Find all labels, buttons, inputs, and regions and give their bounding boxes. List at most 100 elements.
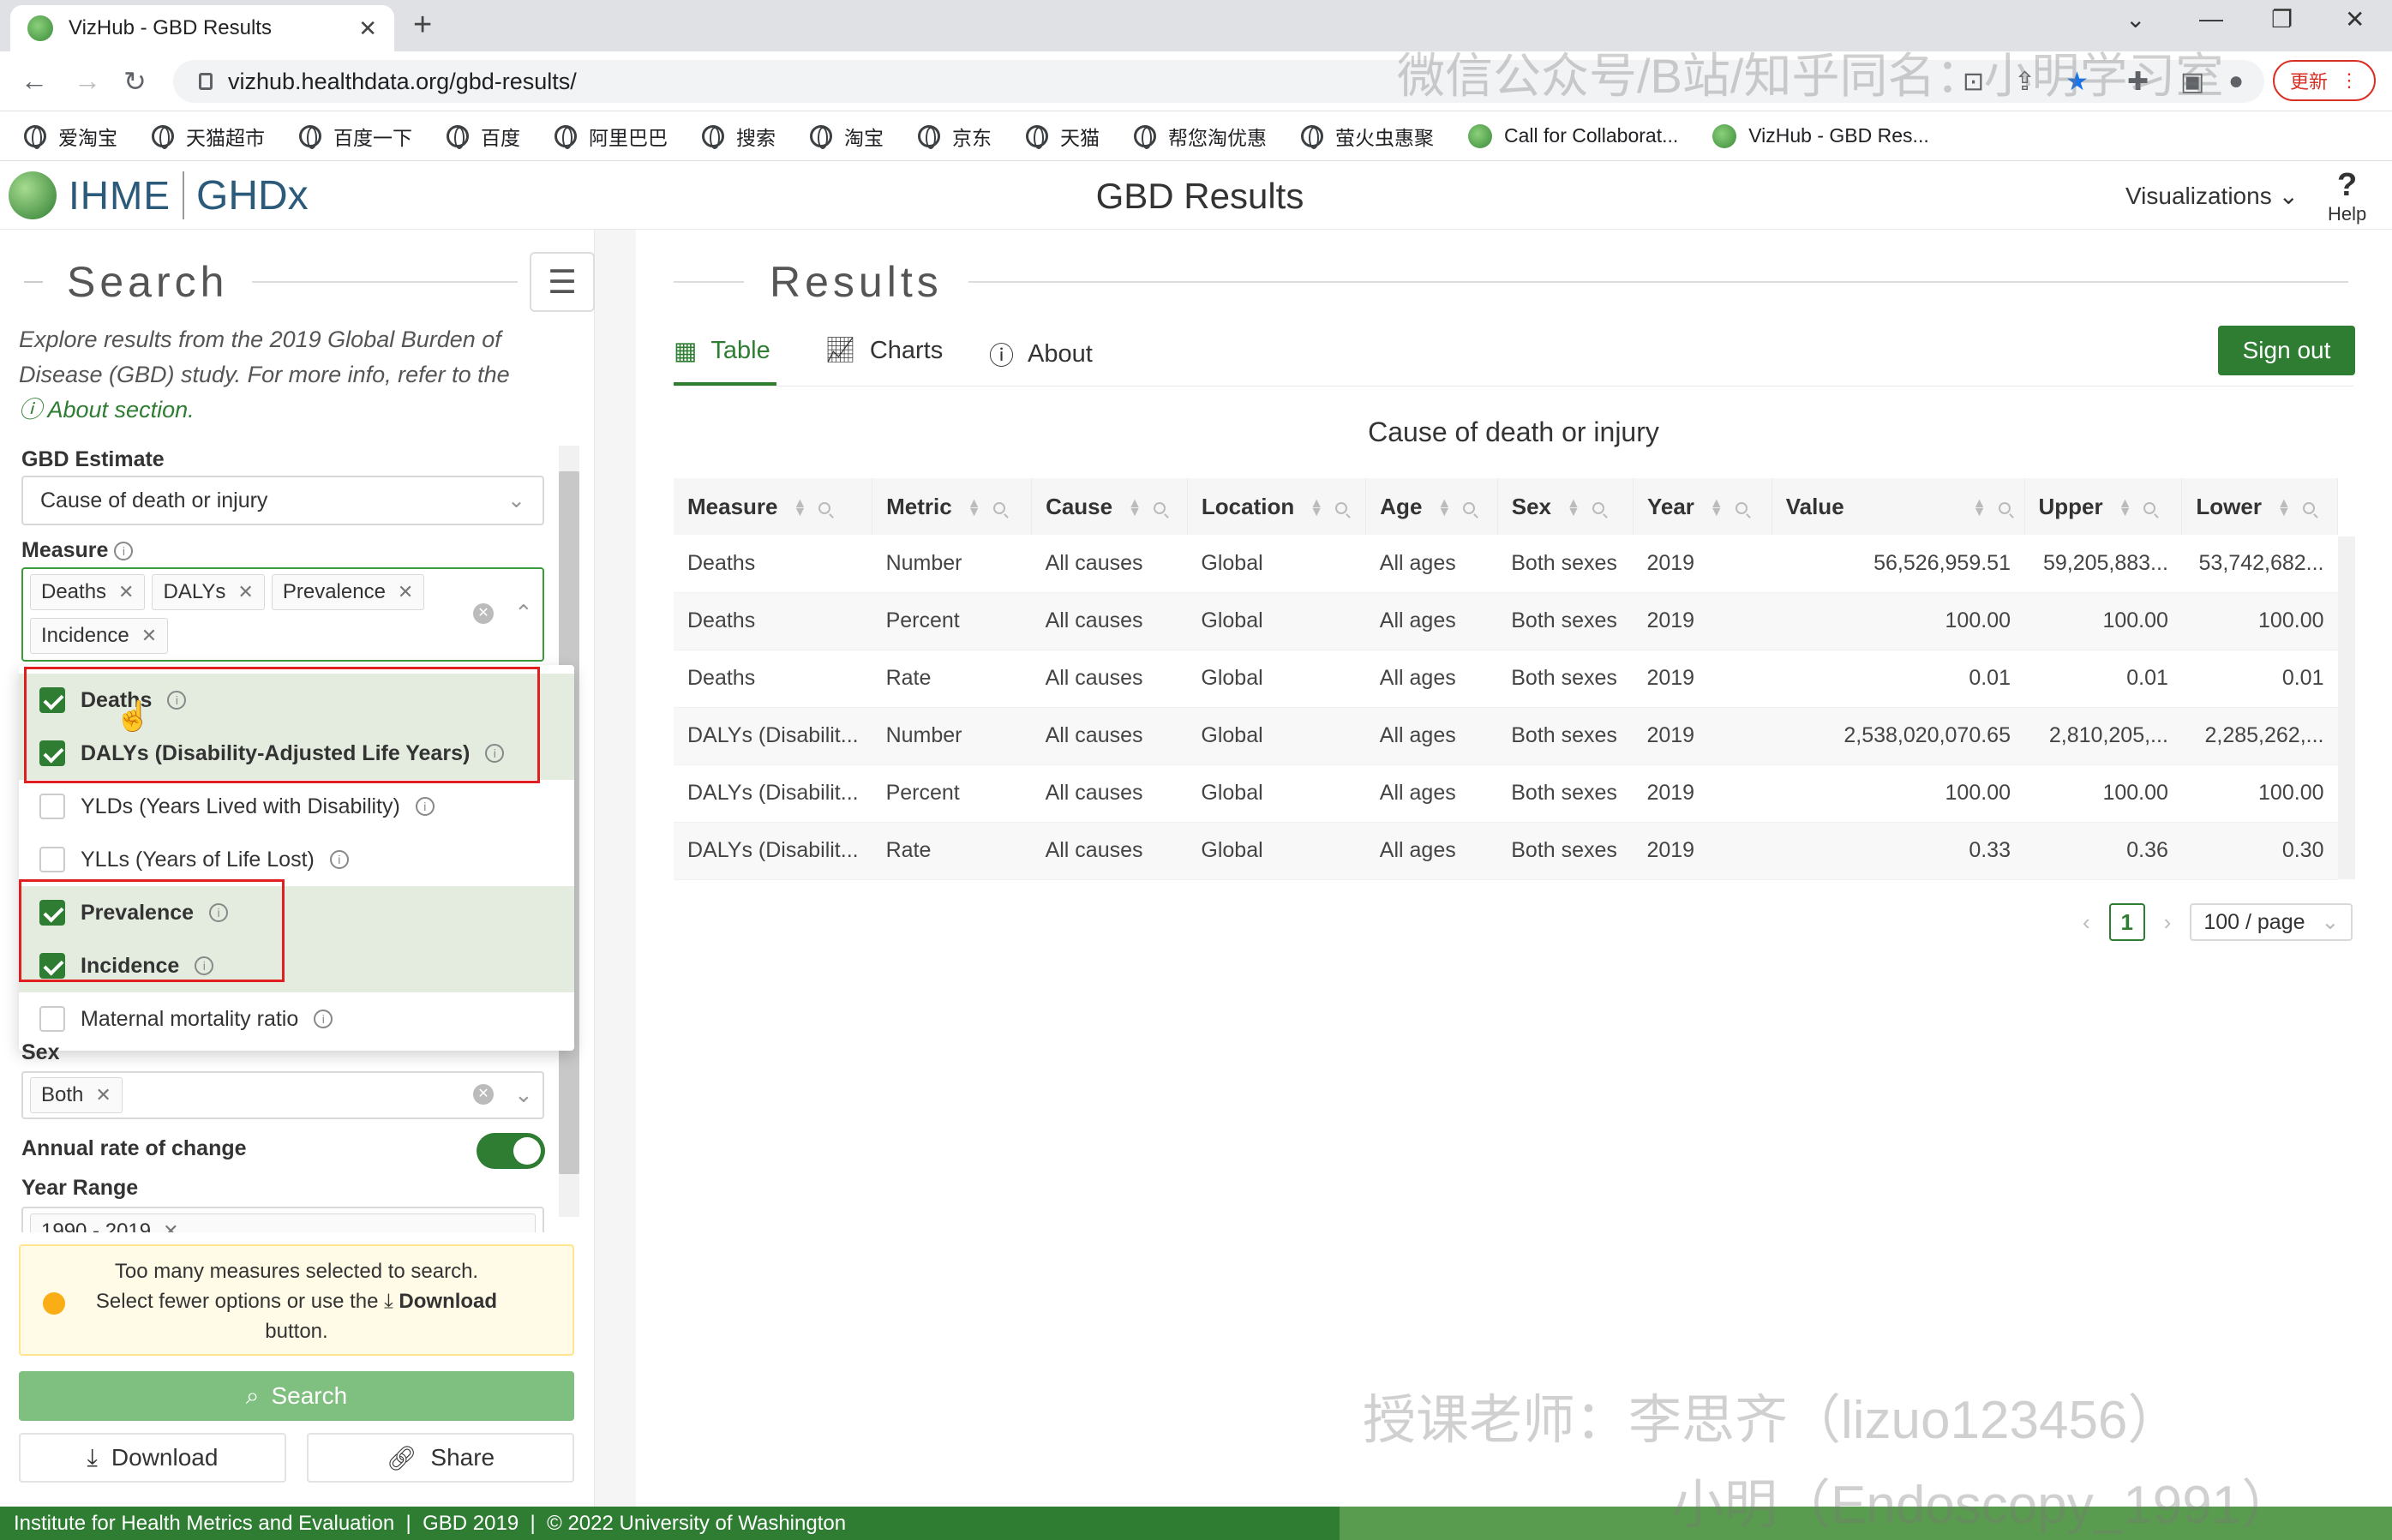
sort-icon[interactable]: ▲ ▼ — [968, 496, 981, 518]
remove-tag-icon[interactable]: ✕ — [237, 581, 253, 603]
hamburger-menu-icon[interactable]: ☰ — [530, 252, 595, 312]
tab-table[interactable]: ▦ Table — [674, 336, 770, 366]
forward-arrow-icon[interactable]: → — [74, 65, 101, 97]
bookmark-item[interactable]: 天猫 — [1026, 122, 1100, 151]
column-header[interactable]: Value ▲ ▼ — [1772, 478, 2025, 535]
share-button[interactable]: 🔗︎ Share — [307, 1433, 574, 1483]
back-arrow-icon[interactable]: ← — [21, 65, 48, 97]
column-search-icon[interactable] — [1463, 501, 1476, 514]
sign-out-button[interactable]: Sign out — [2218, 326, 2355, 375]
url-text: vizhub.healthdata.org/gbd-results/ — [228, 68, 577, 94]
sort-icon[interactable]: ▲ ▼ — [1310, 496, 1323, 518]
column-search-icon[interactable] — [2302, 501, 2315, 514]
column-search-icon[interactable] — [992, 501, 1005, 514]
column-search-icon[interactable] — [1153, 501, 1166, 514]
page-number[interactable]: 1 — [2108, 903, 2145, 941]
bookmark-item[interactable]: 百度 — [447, 122, 520, 151]
tab-list-chevron-icon[interactable]: ⌄ — [2125, 5, 2145, 33]
column-search-icon[interactable] — [1592, 501, 1604, 514]
column-header[interactable]: Cause ▲ ▼ — [1031, 478, 1188, 535]
update-browser-button[interactable]: 更新 ⋮ — [2273, 60, 2376, 101]
column-header[interactable]: Age ▲ ▼ — [1365, 478, 1498, 535]
sort-icon[interactable]: ▲ ▼ — [794, 496, 807, 518]
column-header[interactable]: Measure ▲ ▼ — [674, 478, 873, 535]
column-header[interactable]: Lower ▲ ▼ — [2181, 478, 2338, 535]
bookmark-item[interactable]: 搜索 — [702, 122, 776, 151]
clear-measures-icon[interactable]: ✕ — [473, 603, 494, 624]
help-button[interactable]: ? Help — [2328, 167, 2366, 225]
sort-icon[interactable]: ▲ ▼ — [1128, 496, 1142, 518]
remove-tag-icon[interactable]: ✕ — [398, 581, 413, 603]
remove-tag-icon[interactable]: ✕ — [95, 1084, 111, 1106]
checkbox[interactable] — [39, 847, 65, 872]
measure-option-maternal-mortality[interactable]: Maternal mortality ratio i — [19, 992, 574, 1046]
info-icon[interactable]: i — [114, 542, 134, 561]
sort-icon[interactable]: ▲ ▼ — [1710, 496, 1724, 518]
close-tab-icon[interactable]: ✕ — [358, 15, 377, 42]
profile-avatar-icon[interactable]: ● — [2228, 67, 2244, 96]
checkbox[interactable] — [39, 1006, 65, 1032]
visualizations-menu[interactable]: Visualizations ⌄ — [2125, 182, 2299, 210]
bookmark-item[interactable]: 阿里巴巴 — [555, 122, 668, 151]
sort-icon[interactable]: ▲ ▼ — [2277, 496, 2291, 518]
gbd-estimate-select[interactable]: Cause of death or injury ⌄ — [21, 476, 544, 525]
tab-charts[interactable]: 📈︎ Charts — [824, 336, 943, 365]
bookmark-item[interactable]: 天猫超市 — [152, 122, 265, 151]
info-icon[interactable]: i — [415, 797, 435, 816]
download-button[interactable]: ⤓ Download — [19, 1433, 286, 1483]
chevron-up-icon[interactable]: ⌃ — [514, 600, 533, 626]
bookmark-item[interactable]: 帮您淘优惠 — [1134, 122, 1267, 151]
column-header[interactable]: Location ▲ ▼ — [1187, 478, 1367, 535]
measure-option-ylls[interactable]: YLLs (Years of Life Lost) i — [19, 833, 574, 886]
page-size-select[interactable]: 100 / page ⌄ — [2190, 903, 2353, 941]
sort-icon[interactable]: ▲ ▼ — [1973, 496, 1987, 518]
bookmark-item[interactable]: 淘宝 — [810, 122, 884, 151]
bookmark-item[interactable]: Call for Collaborat... — [1468, 123, 1678, 148]
about-section-link[interactable]: ⓘ About section. — [19, 397, 195, 422]
ihme-ghdx-logo[interactable]: IHME GHDx — [9, 171, 309, 219]
year-range-multiselect[interactable]: 1990 - 2019 ✕ — [21, 1207, 544, 1232]
bookmark-label: 天猫超市 — [186, 126, 265, 149]
column-search-icon[interactable] — [1335, 501, 1348, 514]
sort-icon[interactable]: ▲ ▼ — [1567, 496, 1580, 518]
info-icon[interactable]: i — [329, 850, 349, 869]
bookmark-item[interactable]: 萤火虫惠聚 — [1301, 122, 1434, 151]
measure-multiselect[interactable]: Deaths ✕ DALYs ✕ Prevalence ✕ Incidence ✕ — [21, 567, 544, 662]
column-header[interactable]: Metric ▲ ▼ — [872, 478, 1033, 535]
warning-line: Too many measures selected to search. — [114, 1260, 479, 1283]
column-header[interactable]: Upper ▲ ▼ — [2024, 478, 2183, 535]
remove-tag-icon[interactable]: ✕ — [141, 625, 157, 647]
tab-about[interactable]: ⓘ About — [989, 336, 1093, 372]
bookmark-item[interactable]: 百度一下 — [299, 122, 412, 151]
prev-page-icon[interactable]: ‹ — [2083, 909, 2090, 936]
measure-option-ylds[interactable]: YLDs (Years Lived with Disability) i — [19, 780, 574, 833]
column-header[interactable]: Sex ▲ ▼ — [1497, 478, 1634, 535]
sort-icon[interactable]: ▲ ▼ — [1437, 496, 1451, 518]
column-search-icon[interactable] — [1735, 501, 1748, 514]
search-button[interactable]: ⌕ Search — [19, 1371, 574, 1421]
clear-sex-icon[interactable]: ✕ — [473, 1084, 494, 1105]
chevron-down-icon[interactable]: ⌄ — [514, 1082, 533, 1108]
close-window-icon[interactable]: ✕ — [2345, 5, 2365, 33]
remove-tag-icon[interactable]: ✕ — [163, 1220, 178, 1232]
bookmark-item[interactable]: VizHub - GBD Res... — [1712, 123, 1929, 148]
next-page-icon[interactable]: › — [2164, 909, 2172, 936]
browser-tab[interactable]: VizHub - GBD Results ✕ — [10, 5, 394, 51]
bookmark-item[interactable]: 爱淘宝 — [24, 122, 117, 151]
bookmark-item[interactable]: 京东 — [918, 122, 992, 151]
reload-icon[interactable]: ↻ — [123, 65, 147, 98]
sort-icon[interactable]: ▲ ▼ — [2119, 496, 2132, 518]
restore-window-icon[interactable]: ❐ — [2271, 5, 2293, 33]
minimize-window-icon[interactable]: — — [2199, 5, 2223, 33]
column-header[interactable]: Year ▲ ▼ — [1633, 478, 1772, 535]
info-icon[interactable]: i — [314, 1010, 333, 1028]
column-search-icon[interactable] — [1998, 501, 2011, 514]
checkbox[interactable] — [39, 794, 65, 819]
column-search-icon[interactable] — [818, 501, 831, 514]
new-tab-icon[interactable]: + — [413, 7, 432, 44]
remove-tag-icon[interactable]: ✕ — [118, 581, 134, 603]
column-search-icon[interactable] — [2143, 501, 2156, 514]
table-scrollbar[interactable] — [2338, 536, 2355, 879]
annual-rate-toggle[interactable] — [477, 1133, 545, 1169]
sex-multiselect[interactable]: Both ✕ — [21, 1071, 544, 1119]
